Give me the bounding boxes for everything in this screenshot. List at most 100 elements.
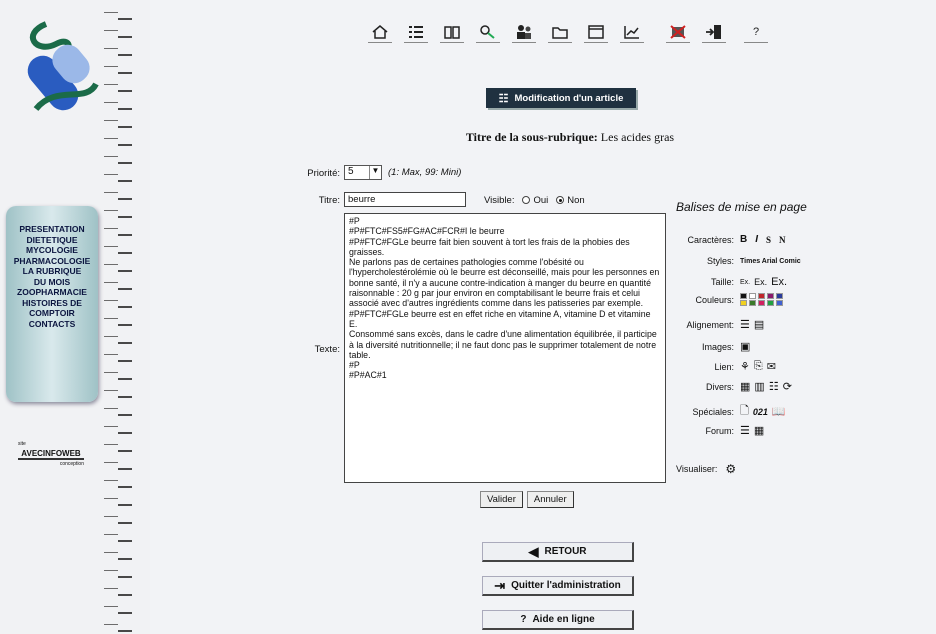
menu-item-dietetique[interactable]: DIETETIQUE [6, 235, 98, 246]
subrubric-title: Titre de la sous-rubrique: Les acides gr… [420, 130, 720, 145]
taille-label: Taille: [710, 277, 734, 287]
book-icon[interactable] [440, 21, 464, 43]
priorite-label: Priorité: [307, 168, 340, 179]
color-swatch[interactable] [740, 293, 747, 299]
folder-icon[interactable] [548, 21, 572, 43]
images-label: Images: [701, 341, 734, 352]
align-center-icon[interactable]: ☰ [740, 318, 750, 331]
preview-icon[interactable]: ⚙ [725, 462, 736, 476]
bold-button[interactable]: B [740, 234, 747, 245]
italic-button[interactable]: I [755, 234, 758, 245]
color-swatch[interactable] [767, 293, 774, 299]
aide-button[interactable]: ? Aide en ligne [482, 610, 634, 630]
help-icon[interactable]: ? [744, 21, 768, 43]
color-swatch[interactable] [749, 293, 756, 299]
color-swatches[interactable] [740, 293, 784, 306]
forum-grid-icon[interactable]: ▦ [754, 424, 764, 437]
titre-input[interactable]: beurre [344, 192, 466, 207]
quitter-label: Quitter l'administration [511, 580, 621, 591]
retour-button[interactable]: ◀ RETOUR [482, 542, 634, 562]
color-swatch[interactable] [758, 293, 765, 299]
link-mail-icon[interactable]: ✉ [767, 360, 776, 373]
bullet-list-icon[interactable]: ☷ [769, 380, 779, 393]
priorite-value: 5 [348, 166, 354, 177]
styles-label: Styles: [706, 256, 734, 266]
link-page-icon[interactable]: ⎘ [754, 360, 763, 373]
edit-list-icon: ☷ [498, 92, 509, 105]
menu-item-histoires[interactable]: HISTOIRES DE COMPTOIR [6, 298, 98, 319]
non-label: Non [567, 195, 585, 206]
list-icon[interactable] [404, 21, 428, 43]
normal-button[interactable]: N [779, 235, 786, 245]
chart-icon[interactable] [620, 21, 644, 43]
strike-button[interactable]: S [766, 235, 771, 245]
align-justify-icon[interactable]: ▤ [754, 318, 764, 331]
partner-small: site [18, 441, 26, 447]
color-swatch[interactable] [749, 300, 756, 306]
color-swatch[interactable] [758, 300, 765, 306]
image-icon[interactable]: ▣ [740, 340, 750, 353]
capsule-logo-icon [27, 21, 99, 112]
users-icon[interactable] [512, 21, 536, 43]
visualiser-label: Visualiser: [676, 464, 718, 474]
table-icon[interactable]: ▦ [740, 380, 750, 393]
color-swatch[interactable] [767, 300, 774, 306]
liens-label: Lien: [714, 361, 734, 372]
quitter-button[interactable]: ⇥ Quitter l'administration [482, 576, 634, 596]
color-swatch[interactable] [776, 300, 783, 306]
forum-list-icon[interactable]: ☰ [740, 424, 750, 437]
menu-item-presentation[interactable]: PRESENTATION [6, 224, 98, 235]
caracteres-row: Caractères: B I S N [676, 234, 786, 245]
taille-medium[interactable]: Ex. [754, 277, 767, 287]
color-swatch[interactable] [776, 293, 783, 299]
texte-label: Texte: [314, 344, 340, 355]
aide-label: Aide en ligne [532, 614, 595, 625]
document-icon[interactable]: 🗋 [740, 402, 749, 421]
refresh-icon[interactable]: ⟳ [783, 380, 792, 393]
taille-small[interactable]: Ex. [740, 279, 750, 286]
menu-item-rubrique-du-mois[interactable]: LA RUBRIQUE DU MOIS [6, 266, 98, 287]
menu-item-pharmacologie[interactable]: PHARMACOLOGIE [6, 256, 98, 267]
priorite-select[interactable]: 5 ▼ [344, 165, 382, 180]
exit-icon: ⇥ [494, 577, 506, 593]
texte-textarea[interactable]: #P #P#FTC#FS5#FG#AC#FCR#I le beurre #P#F… [344, 213, 666, 483]
window-icon[interactable] [584, 21, 608, 43]
palette-title: Balises de mise en page [676, 200, 807, 214]
link-url-icon[interactable]: ⚘ [740, 360, 750, 373]
search-icon[interactable] [476, 21, 500, 43]
divers-label: Divers: [705, 381, 734, 392]
visible-non-radio[interactable]: Non [556, 195, 585, 206]
oui-label: Oui [533, 195, 549, 206]
menu-item-mycologie[interactable]: MYCOLOGIE [6, 245, 98, 256]
divers-row: Divers: ▦ ▥ ☷ ⟳ [676, 380, 792, 393]
bottom-nav: ◀ RETOUR ⇥ Quitter l'administration ? Aide … [482, 542, 634, 634]
markup-palette: Balises de mise en page Caractères: B I … [676, 200, 816, 476]
forum-row: Forum: ☰ ▦ [676, 424, 764, 437]
alignement-label: Alignement: [686, 319, 734, 330]
menu-item-zoopharmacie[interactable]: ZOOPHARMACIE [6, 287, 98, 298]
partner-logo[interactable]: site AVECINFOWEB conception [18, 440, 84, 469]
special-chars-button[interactable]: 021 [753, 407, 768, 417]
color-swatch[interactable] [740, 300, 747, 306]
book-icon[interactable]: 📖 [772, 405, 786, 418]
annuler-button[interactable]: Annuler [526, 491, 574, 508]
visible-oui-radio[interactable]: Oui [522, 195, 548, 206]
partner-name: AVECINFOWEB [18, 449, 84, 460]
priorite-hint: (1: Max, 99: Mini) [388, 167, 462, 178]
speciales-label: Spéciales: [692, 406, 734, 417]
form-buttons: Valider Annuler [480, 491, 574, 508]
columns-icon[interactable]: ▥ [754, 380, 764, 393]
speciales-row: Spéciales: 🗋 021 📖 [676, 402, 786, 421]
home-icon[interactable] [368, 21, 392, 43]
liens-row: Lien: ⚘ ⎘ ✉ [676, 360, 776, 373]
menu-item-contacts[interactable]: CONTACTS [6, 319, 98, 330]
exit-icon[interactable] [702, 21, 726, 43]
delete-icon[interactable] [666, 21, 690, 43]
styles-options[interactable]: Times Arial Comic [740, 258, 801, 265]
valider-button[interactable]: Valider [480, 491, 523, 508]
retour-label: RETOUR [544, 546, 587, 557]
subrubric-value: Les acides gras [600, 130, 675, 144]
taille-large[interactable]: Ex. [771, 276, 787, 288]
admin-toolbar: ? [368, 20, 768, 44]
left-sidebar: PRESENTATION DIETETIQUE MYCOLOGIE PHARMA… [0, 0, 150, 634]
